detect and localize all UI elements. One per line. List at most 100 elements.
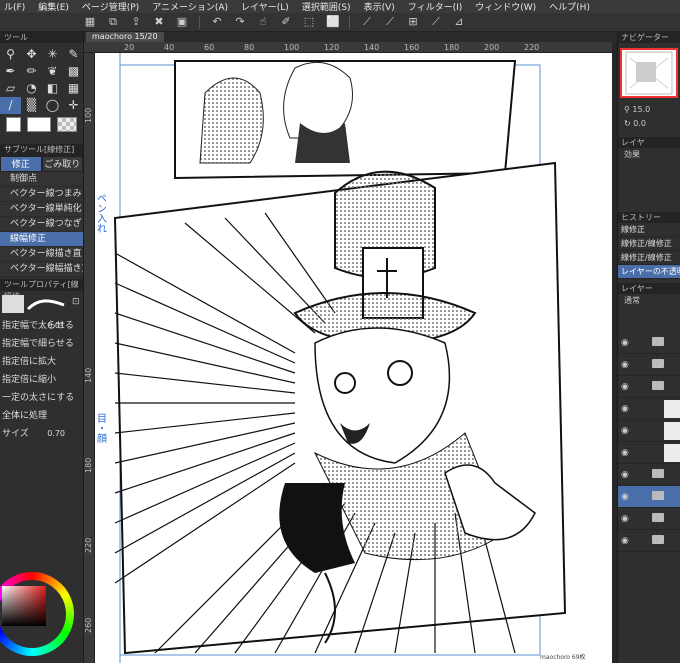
sub-tool-item[interactable]: ベクター線つまみ [0,187,83,202]
perspective-snap-icon[interactable]: ⊿ [453,16,465,28]
redo-icon[interactable]: ↷ [234,16,246,28]
layer-row[interactable]: ◉ [618,508,680,530]
sub-tool-item[interactable]: ベクター線幅描き直し [0,262,83,277]
eye-icon[interactable]: ◉ [621,470,629,480]
right-panel: ナビゲーター ⚲ 15.0 ↻ 0.0 レイヤ 効果 ヒストリー 線修正 線修正… [617,32,680,663]
navigator-preview[interactable] [620,48,678,98]
property-row[interactable]: 指定倍に縮小 [0,371,83,389]
sub-tool-item[interactable]: ベクター線単純化 [0,202,83,217]
property-row[interactable]: 指定幅で太らせる 0.01 [0,317,83,335]
folder-icon [652,337,664,346]
menu-layer[interactable]: レイヤー(L) [241,0,289,13]
layer-row[interactable]: ◉ [618,464,680,486]
property-row[interactable]: 指定倍に拡大 [0,353,83,371]
layer-row[interactable]: ◉ [618,398,680,420]
eye-icon[interactable]: ◉ [621,492,629,502]
layer-row[interactable]: ◉ [618,420,680,442]
snap-3d-icon[interactable]: ⟋ [430,16,442,28]
property-row[interactable]: 全体に処理 [0,407,83,425]
vertical-ruler: 100 140 180 220 260 [84,53,95,663]
document-tab[interactable]: maochoro 15/20 [86,32,164,42]
pen-icon[interactable]: ✒ [0,63,21,80]
color-wheel[interactable] [0,572,74,656]
zoom-icon[interactable]: ⚲ [0,46,21,63]
eraser-icon[interactable]: ▱ [0,80,21,97]
clear-icon[interactable]: ✖ [153,16,165,28]
sparkle-icon[interactable]: ✳ [42,46,63,63]
eye-icon[interactable]: ◉ [621,382,629,392]
gradient-icon[interactable]: ▦ [63,80,83,97]
eye-icon[interactable]: ◉ [621,426,629,436]
zoom-readout[interactable]: ⚲ 15.0 [618,103,680,117]
menu-view[interactable]: 表示(V) [364,0,395,13]
folder-icon [652,359,664,368]
history-item[interactable]: 線修正/線修正 [618,237,680,251]
hand-icon[interactable]: ☝ [257,16,269,28]
manga-canvas[interactable]: ペン入れ 目・顔 maochoro 69枚 [95,53,612,663]
history-item[interactable]: 線修正/線修正 [618,251,680,265]
eye-icon[interactable]: ◉ [621,360,629,370]
eye-icon[interactable]: ◉ [621,404,629,414]
eye-icon[interactable]: ◉ [621,536,629,546]
transform-icon[interactable]: ⬚ [303,16,315,28]
rotation-readout[interactable]: ↻ 0.0 [618,117,680,131]
eye-icon[interactable]: ◉ [621,338,629,348]
ruler-label: 100 [84,107,93,123]
menu-selection[interactable]: 選択範囲(S) [302,0,351,13]
tab-correction[interactable]: 修正 [0,156,42,172]
snap-icon[interactable]: ✐ [280,16,292,28]
history-item[interactable]: 線修正 [618,223,680,237]
move-icon[interactable]: ✥ [21,46,42,63]
pattern-icon[interactable]: ▒ [21,97,42,114]
undo-icon[interactable]: ↶ [211,16,223,28]
history-header: ヒストリー [618,212,680,223]
menu-help[interactable]: ヘルプ(H) [549,0,590,13]
property-row[interactable]: 指定幅で細らせる [0,335,83,353]
eye-icon[interactable]: ◉ [621,514,629,524]
history-item-selected[interactable]: レイヤーの不透明 [618,265,680,279]
correct-line-icon[interactable]: / [0,97,21,114]
sub-tool-item[interactable]: ベクター線つなぎ [0,217,83,232]
eye-icon[interactable]: ◉ [621,448,629,458]
property-row-size[interactable]: サイズ 0.70 [0,425,83,443]
special-ruler-snap-icon[interactable]: ⟋ [384,16,396,28]
paste-icon[interactable]: ▣ [176,16,188,28]
speech-bubble-icon[interactable]: ◯ [42,97,63,114]
main-color-swatch[interactable] [6,116,22,132]
menu-filter[interactable]: フィルター(I) [408,0,463,13]
transparent-color-swatch[interactable] [57,116,77,132]
menu-edit[interactable]: 編集(E) [38,0,69,13]
pages-icon[interactable]: ⧉ [107,16,119,28]
sub-tool-item[interactable]: ベクター線描き直し [0,247,83,262]
sub-color-swatch[interactable] [27,116,52,132]
layer-row[interactable]: ◉ [618,332,680,354]
grid-icon[interactable]: ▦ [84,16,96,28]
brush-icon[interactable]: ❦ [42,63,63,80]
menu-page[interactable]: ページ管理(P) [82,0,139,13]
grid-snap-icon[interactable]: ⊞ [407,16,419,28]
blend-mode-select[interactable]: 通常 [618,294,680,308]
layer-row[interactable]: ◉ [618,354,680,376]
fill-icon[interactable]: ◧ [42,80,63,97]
menu-file[interactable]: ル(F) [4,0,25,13]
menu-window[interactable]: ウィンドウ(W) [475,0,536,13]
layer-row[interactable]: ◉ [618,530,680,552]
ruler-snap-icon[interactable]: ⟋ [361,16,373,28]
select-icon[interactable]: ⬜ [326,16,340,28]
layer-row[interactable]: ◉ [618,442,680,464]
export-icon[interactable]: ⇪ [130,16,142,28]
property-row[interactable]: 一定の太さにする [0,389,83,407]
menu-animation[interactable]: アニメーション(A) [152,0,228,13]
sub-tool-item-selected[interactable]: 線幅修正 [0,232,83,247]
layer-row[interactable]: ◉ [618,376,680,398]
airbrush-icon[interactable]: ▩ [63,63,83,80]
operation-icon[interactable]: ✛ [63,97,83,114]
eyedropper-icon[interactable]: ✎ [63,46,83,63]
pencil-icon[interactable]: ✏ [21,63,42,80]
tab-dust-removal[interactable]: ごみ取り [41,156,83,172]
saturation-value-square[interactable] [2,586,46,626]
lock-icon[interactable]: ⊡ [72,297,80,307]
layer-row-selected[interactable]: ◉ [618,486,680,508]
sub-tool-item[interactable]: 制御点 [0,172,83,187]
blend-icon[interactable]: ◔ [21,80,42,97]
